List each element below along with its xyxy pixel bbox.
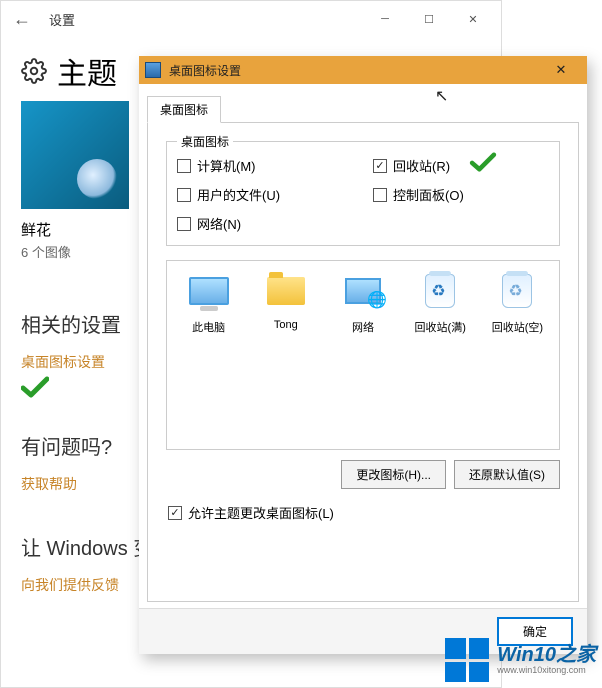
tab-content: 桌面图标 计算机(M) ✓ 回收站(R) 用户的文件(U) 控制面板(O xyxy=(147,122,579,602)
desktop-icon-settings-dialog: 桌面图标设置 ✕ ↖ 桌面图标 桌面图标 计算机(M) ✓ 回收站(R) 用户的 xyxy=(139,56,587,654)
dialog-titlebar[interactable]: 桌面图标设置 ✕ xyxy=(139,56,587,84)
checkbox-allow-themes[interactable]: ✓ 允许主题更改桌面图标(L) xyxy=(168,503,566,522)
watermark-brand: Win10之家 xyxy=(497,645,596,665)
tab-desktop-icons[interactable]: 桌面图标 xyxy=(147,96,221,123)
checkbox-computer[interactable]: 计算机(M) xyxy=(177,156,353,175)
checkbox-icon: ✓ xyxy=(168,506,182,520)
window-title: 设置 xyxy=(49,10,75,29)
annotation-checkmark-icon xyxy=(469,152,497,172)
restore-defaults-button[interactable]: 还原默认值(S) xyxy=(454,460,560,489)
icon-label: 回收站(满) xyxy=(403,319,478,335)
checkbox-icon xyxy=(177,188,191,202)
change-icon-button[interactable]: 更改图标(H)... xyxy=(341,460,446,489)
checkbox-label: 允许主题更改桌面图标(L) xyxy=(188,503,334,522)
back-button[interactable]: ← xyxy=(7,4,37,34)
desktop-icons-group: 桌面图标 计算机(M) ✓ 回收站(R) 用户的文件(U) 控制面板(O xyxy=(166,141,560,246)
dialog-close-button[interactable]: ✕ xyxy=(541,59,581,81)
checkbox-label: 计算机(M) xyxy=(197,156,256,175)
maximize-button[interactable]: ☐ xyxy=(407,4,451,34)
icon-item-recycle-empty[interactable]: 回收站(空) xyxy=(480,269,555,335)
minimize-button[interactable]: ─ xyxy=(363,4,407,34)
watermark-url: www.win10xitong.com xyxy=(497,665,596,675)
checkbox-icon: ✓ xyxy=(373,159,387,173)
recycle-full-icon xyxy=(425,274,455,308)
recycle-empty-icon xyxy=(502,274,532,308)
folder-icon xyxy=(267,277,305,305)
annotation-checkmark-icon xyxy=(21,376,49,398)
icon-label: 网络 xyxy=(325,319,400,335)
dialog-app-icon xyxy=(145,62,161,78)
tab-strip: 桌面图标 xyxy=(139,84,587,123)
icon-item-network[interactable]: 网络 xyxy=(325,269,400,335)
icon-label: Tong xyxy=(248,319,323,331)
checkbox-label: 用户的文件(U) xyxy=(197,185,280,204)
checkbox-recycle-bin[interactable]: ✓ 回收站(R) xyxy=(373,156,549,175)
icon-label: 此电脑 xyxy=(171,319,246,335)
checkbox-user-files[interactable]: 用户的文件(U) xyxy=(177,185,353,204)
checkbox-icon xyxy=(373,188,387,202)
watermark: Win10之家 www.win10xitong.com xyxy=(445,638,596,682)
group-legend: 桌面图标 xyxy=(177,133,233,150)
page-heading: 主题 xyxy=(57,49,117,93)
checkbox-label: 控制面板(O) xyxy=(393,185,464,204)
icon-item-recycle-full[interactable]: 回收站(满) xyxy=(403,269,478,335)
checkbox-network[interactable]: 网络(N) xyxy=(177,214,353,233)
pc-icon xyxy=(189,277,229,305)
checkbox-icon xyxy=(177,159,191,173)
dialog-title: 桌面图标设置 xyxy=(169,62,241,79)
icon-label: 回收站(空) xyxy=(480,319,555,335)
checkbox-control-panel[interactable]: 控制面板(O) xyxy=(373,185,549,204)
icon-item-user-folder[interactable]: Tong xyxy=(248,269,323,331)
close-button[interactable]: ✕ xyxy=(451,4,495,34)
gear-icon xyxy=(21,58,47,84)
checkbox-label: 网络(N) xyxy=(197,214,241,233)
theme-thumbnail[interactable] xyxy=(21,101,129,209)
settings-titlebar: ← 设置 ─ ☐ ✕ xyxy=(1,1,501,37)
icon-item-this-pc[interactable]: 此电脑 xyxy=(171,269,246,335)
icon-preview-list: 此电脑 Tong 网络 回收站(满) 回收站(空) xyxy=(166,260,560,450)
network-icon xyxy=(345,278,381,304)
checkbox-label: 回收站(R) xyxy=(393,156,450,175)
windows-logo-icon xyxy=(445,638,489,682)
checkbox-icon xyxy=(177,217,191,231)
